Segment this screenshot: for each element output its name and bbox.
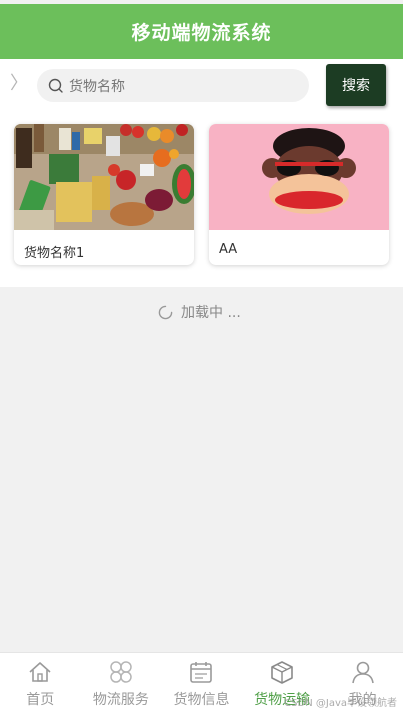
goods-card[interactable]: AA [209, 124, 389, 265]
calendar-icon [190, 662, 213, 683]
home-icon [29, 662, 51, 682]
monkey-image [209, 124, 389, 230]
search-icon [48, 78, 63, 93]
search-input[interactable]: 货物名称 [37, 69, 309, 102]
right-gutter [403, 0, 411, 716]
tab-home[interactable]: 首页 [0, 653, 81, 716]
watermark: CSDN @Java毕设领航者 [284, 698, 397, 709]
spinner-icon [158, 305, 173, 319]
tab-goods-info[interactable]: 货物信息 [161, 653, 242, 716]
tab-label: 货物信息 [173, 692, 230, 708]
goods-card[interactable]: 货物名称1 [14, 124, 194, 265]
page-header: 移动端物流系统 [0, 4, 403, 59]
search-button[interactable]: 搜索 [326, 64, 386, 106]
app-screen: 移动端物流系统 〉 货物名称 搜索 货物名称1 AA 加载中 ... 首页 物流… [0, 0, 403, 716]
tab-logistics-service[interactable]: 物流服务 [81, 653, 162, 716]
loading-text: 加载中 ... [181, 305, 241, 321]
clover-icon [110, 661, 132, 683]
search-bar: 〉 货物名称 搜索 [0, 59, 403, 111]
loading-indicator: 加载中 ... [158, 302, 241, 322]
goods-name: AA [219, 242, 238, 257]
box-icon [271, 661, 293, 684]
chevron-right-icon[interactable]: 〉 [10, 73, 28, 95]
search-placeholder: 货物名称 [69, 78, 125, 95]
tab-label: 首页 [26, 692, 55, 708]
goods-name: 货物名称1 [24, 246, 85, 261]
user-icon [351, 661, 374, 684]
groceries-image [14, 124, 194, 230]
goods-list: 货物名称1 AA [0, 111, 403, 287]
page-title: 移动端物流系统 [131, 22, 272, 44]
tab-label: 物流服务 [92, 692, 149, 708]
